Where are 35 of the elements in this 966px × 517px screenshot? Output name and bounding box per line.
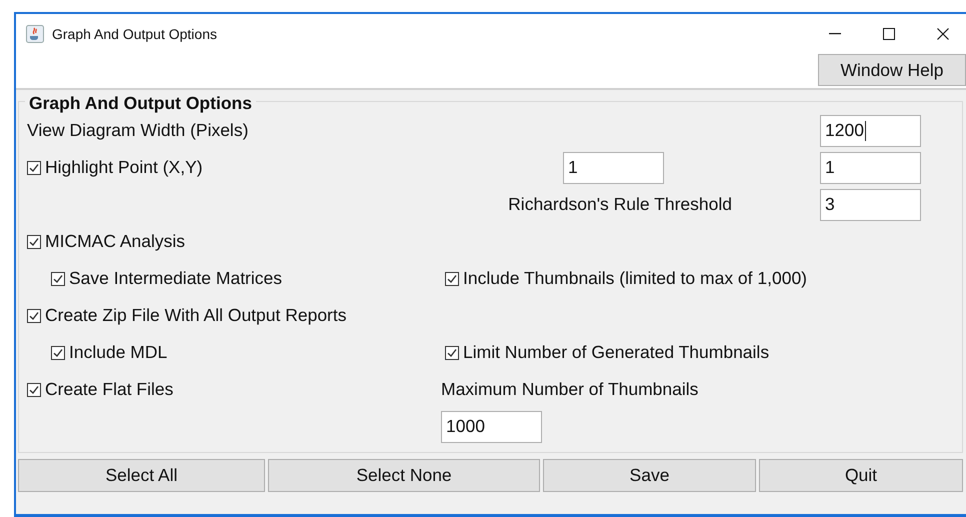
input-field[interactable]: 1 (563, 152, 664, 184)
field-label: Richardson's Rule Threshold (508, 194, 732, 215)
minimize-icon[interactable] (829, 33, 841, 35)
close-icon[interactable] (937, 28, 949, 40)
input-field[interactable]: 1000 (441, 410, 542, 442)
action-button[interactable]: Quit (759, 459, 963, 492)
action-button[interactable]: Select All (18, 459, 265, 492)
java-cup-icon (26, 25, 44, 43)
maximize-icon[interactable] (883, 28, 895, 40)
action-button[interactable]: Save (543, 459, 756, 492)
checkbox-icon (445, 272, 459, 286)
action-button[interactable]: Select None (268, 459, 540, 492)
field-label: Maximum Number of Thumbnails (441, 379, 700, 400)
window-help-button[interactable]: Window Help (818, 54, 966, 86)
checkbox[interactable]: Create Flat Files (27, 379, 174, 400)
field-label: View Diagram Width (Pixels) (27, 120, 250, 141)
checkbox[interactable]: Include MDL (51, 342, 168, 363)
checkbox[interactable]: Create Zip File With All Output Reports (27, 305, 346, 326)
checkbox-icon (51, 346, 65, 360)
checkbox[interactable]: MICMAC Analysis (27, 231, 186, 252)
checkbox[interactable]: Highlight Point (X,Y) (27, 157, 203, 178)
input-field[interactable]: 1 (820, 152, 921, 184)
checkbox-icon (27, 234, 41, 248)
checkbox[interactable]: Limit Number of Generated Thumbnails (445, 342, 770, 363)
checkbox-icon (27, 160, 41, 174)
checkbox[interactable]: Save Intermediate Matrices (51, 268, 282, 289)
checkbox[interactable]: Include Thumbnails (limited to max of 1,000) (445, 268, 808, 289)
group-title: Graph And Output Options (25, 93, 256, 114)
checkbox-icon (51, 272, 65, 286)
checkbox-icon (27, 382, 41, 396)
input-field[interactable]: 1200 (820, 114, 921, 146)
checkbox-icon (445, 346, 459, 360)
window-title: Graph And Output Options (52, 26, 217, 42)
checkbox-icon (27, 308, 41, 322)
input-field[interactable]: 3 (820, 188, 921, 220)
